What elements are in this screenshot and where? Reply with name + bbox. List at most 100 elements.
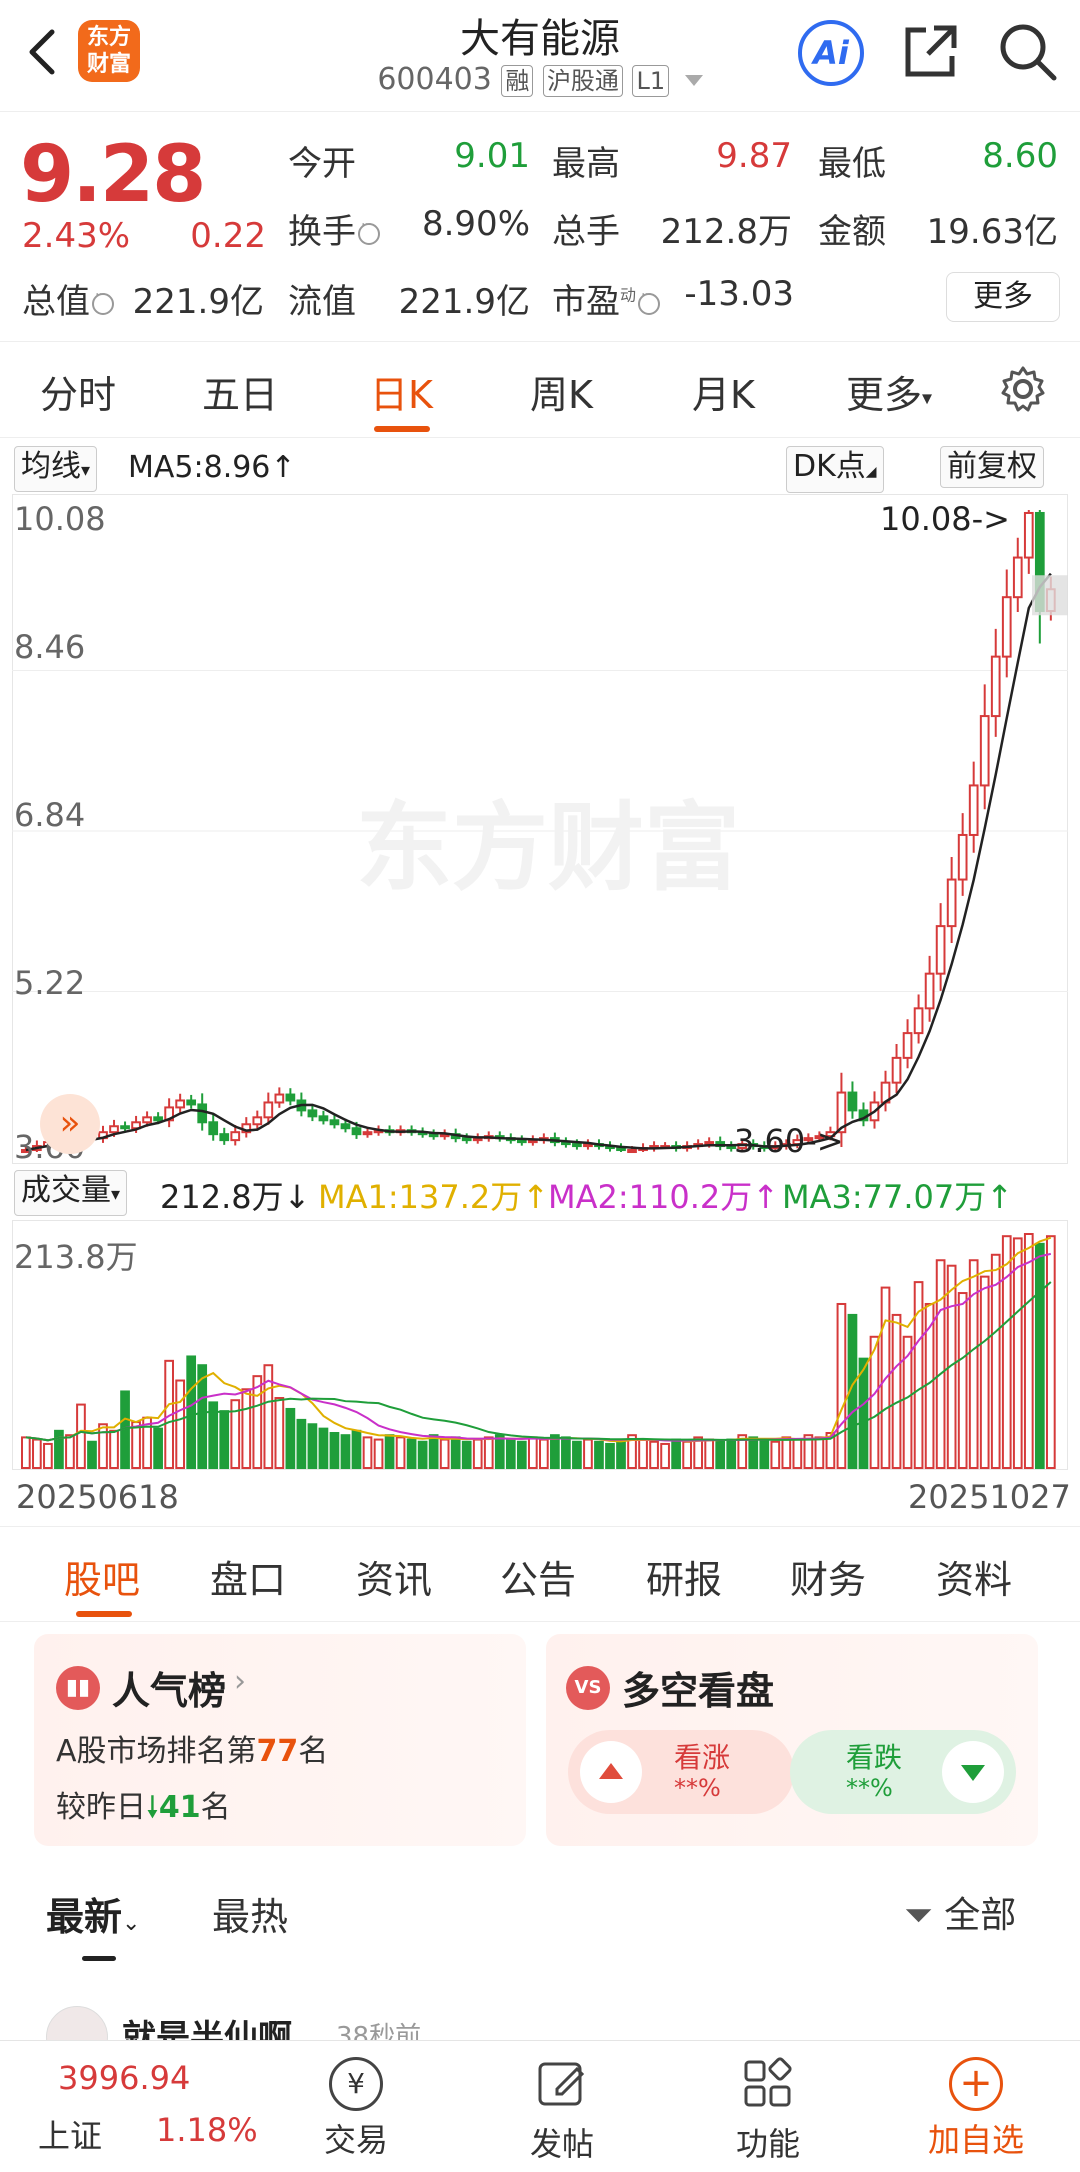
feed-tab-hot[interactable]: 最热 xyxy=(212,1886,288,1941)
ai-assistant-button[interactable]: Ai xyxy=(798,20,864,86)
volume-bar xyxy=(1045,1235,1056,1469)
volume-bar xyxy=(428,1434,439,1469)
adjust-select[interactable]: 前复权 xyxy=(940,446,1044,488)
margin-tag: 融 xyxy=(501,64,534,97)
tab-news[interactable]: 资讯 xyxy=(356,1549,432,1604)
volume-bar xyxy=(516,1440,527,1469)
volume-bar xyxy=(649,1440,659,1469)
volume-bar xyxy=(472,1438,483,1470)
tab-announcements[interactable]: 公告 xyxy=(500,1549,576,1604)
candle xyxy=(990,655,1001,718)
rank-change-number: 41 xyxy=(158,1790,201,1825)
turnover-label: 换手 xyxy=(288,212,356,252)
rank-line: A股市场排名第77名 xyxy=(56,1726,328,1770)
gear-icon[interactable] xyxy=(998,364,1048,414)
volume-bar xyxy=(759,1438,770,1470)
candle xyxy=(186,1099,197,1106)
vote-up-button[interactable]: 看涨 **% xyxy=(568,1730,794,1814)
volume-bar xyxy=(285,1407,296,1470)
tab-intraday[interactable]: 分时 xyxy=(40,364,116,419)
nav-functions-label: 功能 xyxy=(735,2125,800,2163)
volume-bar xyxy=(605,1442,615,1469)
vote-up-label: 看涨 xyxy=(674,1741,731,1774)
index-value[interactable]: 3996.94 xyxy=(58,2059,190,2097)
dk-point-button[interactable]: DK点◢ xyxy=(786,446,884,493)
up-arrow-icon: ↑ xyxy=(752,1178,780,1216)
more-quote-button[interactable]: 更多 xyxy=(946,272,1060,322)
vote-down-value: **% xyxy=(846,1774,893,1802)
tab-financials[interactable]: 财务 xyxy=(790,1549,866,1604)
volume-bar xyxy=(968,1259,979,1469)
tab-monthly-k[interactable]: 月K xyxy=(692,364,755,419)
chevron-down-icon: ⌄ xyxy=(122,1911,141,1936)
volume-bar xyxy=(891,1313,902,1469)
volume-chart[interactable] xyxy=(12,1220,1068,1470)
tab-profile[interactable]: 资料 xyxy=(936,1549,1012,1604)
tab-daily-k[interactable]: 日K xyxy=(370,364,433,419)
volume-bar xyxy=(594,1440,604,1469)
volume-bar xyxy=(153,1427,163,1469)
up-arrow-icon: ↑ xyxy=(522,1178,550,1216)
nav-trade[interactable]: ¥ 交易 xyxy=(276,2041,436,2161)
sentiment-title: 多空看盘 xyxy=(622,1669,775,1713)
feed-tabs: 最新⌄ 最热 ⏷ 全部 xyxy=(0,1870,1080,1970)
quote-value-amount: 19.63亿 xyxy=(926,212,1058,252)
candle xyxy=(197,1103,208,1124)
candle xyxy=(428,1133,439,1138)
quote-label-high: 最高 xyxy=(552,144,620,184)
candle xyxy=(274,1093,285,1104)
volume-bar xyxy=(439,1438,450,1470)
volume-bar xyxy=(494,1434,505,1469)
quote-value-volume: 212.8万 xyxy=(660,212,792,252)
quote-label-mktcap[interactable]: 总值 xyxy=(22,274,114,323)
feed-tab-latest-label: 最新 xyxy=(46,1895,123,1939)
candle xyxy=(362,1131,373,1136)
nav-add-watchlist-label: 加自选 xyxy=(927,2121,1024,2159)
tab-weekly-k[interactable]: 周K xyxy=(530,364,593,419)
quote-label-turnover[interactable]: 换手 xyxy=(288,204,380,253)
volume-bar xyxy=(505,1438,516,1470)
feed-tab-latest[interactable]: 最新⌄ xyxy=(46,1886,140,1941)
volume-bar xyxy=(671,1438,681,1470)
tab-guba[interactable]: 股吧 xyxy=(64,1549,140,1604)
rank-change-prefix: 较昨日 xyxy=(56,1790,146,1825)
quote-panel: 9.28 2.43% 0.22 今开 9.01 最高 9.87 最低 8.60 … xyxy=(0,112,1080,342)
volume-readout: 212.8万↓ xyxy=(160,1172,310,1218)
volume-bar xyxy=(186,1355,197,1469)
volume-bar xyxy=(318,1427,329,1469)
volume-bar xyxy=(340,1434,351,1469)
volume-bar xyxy=(483,1436,494,1470)
candle xyxy=(351,1127,362,1136)
quote-label-pe[interactable]: 市盈动 xyxy=(552,274,661,323)
vote-down-button[interactable]: 看跌 **% xyxy=(790,1730,1016,1814)
info-icon xyxy=(92,287,114,315)
feed-filter-label: 全部 xyxy=(944,1895,1017,1936)
feed-filter[interactable]: ⏷ 全部 xyxy=(904,1886,1016,1938)
candle xyxy=(902,1032,913,1059)
ma-select[interactable]: 均线▾ xyxy=(14,446,98,492)
candle xyxy=(230,1131,241,1142)
chevron-down-icon: ▾ xyxy=(81,460,91,481)
popularity-card[interactable]: ▮▮ 人气榜 › A股市场排名第77名 较昨日🠗41名 xyxy=(34,1634,526,1846)
quote-value-turnover: 8.90% xyxy=(421,204,530,244)
volume-bar xyxy=(770,1440,781,1469)
down-triangle-icon xyxy=(942,1741,1004,1803)
volume-select[interactable]: 成交量▾ xyxy=(14,1170,128,1216)
dk-label: DK点 xyxy=(793,449,866,484)
nav-add-watchlist[interactable]: + 加自选 xyxy=(896,2041,1056,2161)
tab-five-day[interactable]: 五日 xyxy=(202,364,278,419)
nav-functions[interactable]: 功能 xyxy=(688,2041,848,2165)
change-amount: 0.22 xyxy=(190,216,266,256)
volume-bar xyxy=(362,1436,373,1470)
tab-orderbook[interactable]: 盘口 xyxy=(210,1549,286,1604)
search-icon[interactable] xyxy=(994,18,1060,84)
expand-chevrons-icon[interactable]: » xyxy=(40,1094,100,1154)
down-arrow-icon: 🠗 xyxy=(146,1790,159,1825)
nav-post[interactable]: 发帖 xyxy=(482,2041,642,2165)
tab-research[interactable]: 研报 xyxy=(646,1549,722,1604)
rank-change-line: 较昨日🠗41名 xyxy=(56,1782,231,1836)
tab-more[interactable]: 更多▾ xyxy=(846,364,932,419)
candle xyxy=(219,1133,230,1142)
pe-label: 市盈 xyxy=(552,282,620,322)
share-icon[interactable] xyxy=(898,20,962,84)
